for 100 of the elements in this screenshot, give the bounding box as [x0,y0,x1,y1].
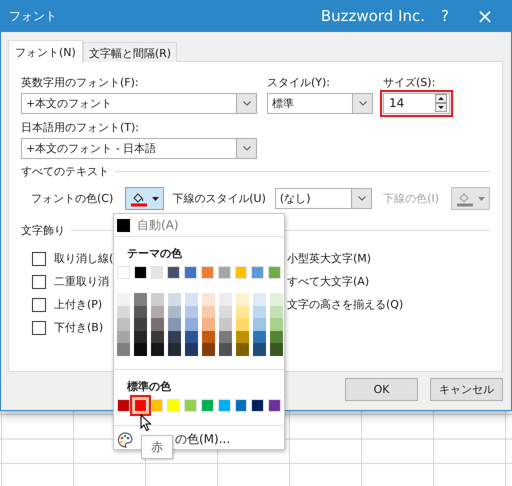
color-swatch[interactable] [218,398,231,412]
color-swatch[interactable] [218,266,231,279]
color-swatch[interactable] [134,306,147,318]
color-swatch[interactable] [202,330,215,344]
dialog-button[interactable]: キャンセル [430,378,503,401]
help-button[interactable]: ? [431,0,459,32]
checkbox-label: 上付き(P) [54,297,102,312]
tab[interactable]: フォント(N) [8,40,83,63]
color-swatch[interactable] [150,266,164,279]
color-swatch[interactable] [202,343,215,356]
color-swatch[interactable] [270,318,283,331]
checkbox[interactable] [32,252,46,266]
font-color-button[interactable] [125,187,164,210]
color-swatch[interactable] [234,266,248,279]
color-swatch[interactable] [253,318,266,331]
color-swatch[interactable] [151,343,164,356]
color-swatch[interactable] [168,293,181,306]
window-title: フォント [9,8,58,24]
color-swatch[interactable] [151,293,164,306]
color-swatch[interactable] [253,343,266,356]
chevron-down-icon [242,146,250,151]
color-swatch[interactable] [236,318,249,331]
checkbox-label: 文字の高さを揃える(Q) [287,297,404,312]
color-swatch[interactable] [134,330,147,344]
style-combo-box[interactable]: 標準 [267,93,373,114]
color-swatch[interactable] [268,266,281,279]
chevron-down-icon [358,196,366,201]
tab[interactable]: 文字幅と間隔(R) [82,42,178,62]
color-swatch[interactable] [151,330,164,344]
field-label: スタイル(Y): [267,75,332,91]
color-swatch[interactable] [151,306,164,318]
color-swatch[interactable] [117,318,130,331]
color-swatch[interactable] [185,293,198,306]
color-swatch[interactable] [268,398,281,412]
color-swatch[interactable] [219,318,232,331]
color-swatch[interactable] [167,266,180,279]
color-swatch[interactable] [134,293,147,306]
color-swatch[interactable] [236,343,249,356]
color-swatch[interactable] [202,306,215,318]
color-swatch[interactable] [270,293,283,306]
color-swatch[interactable] [236,306,249,318]
color-swatch[interactable] [184,398,197,412]
color-swatch[interactable] [185,330,198,344]
color-swatch[interactable] [234,398,248,412]
color-swatch[interactable] [251,266,264,279]
color-swatch[interactable] [200,266,214,279]
color-swatch[interactable] [185,343,198,356]
color-swatch[interactable] [117,398,130,412]
color-swatch[interactable] [270,343,283,356]
menu-item[interactable]: 自動(A) [114,214,284,237]
color-swatch[interactable] [168,318,181,331]
color-swatch[interactable] [117,343,130,356]
color-swatch[interactable] [236,293,249,306]
color-swatch[interactable] [253,293,266,306]
color-swatch[interactable] [200,398,214,412]
color-swatch[interactable] [270,306,283,318]
color-swatch[interactable] [202,318,215,331]
color-swatch[interactable] [270,330,283,344]
color-swatch[interactable] [168,306,181,318]
color-swatch[interactable] [134,318,147,331]
color-swatch[interactable] [202,293,215,306]
color-swatch[interactable] [167,398,180,412]
color-swatch[interactable] [253,306,266,318]
close-button[interactable]: × [459,0,511,32]
color-swatch[interactable] [150,398,164,412]
caret-icon [152,196,160,200]
checkbox-label: 小型英大文字(M) [287,251,372,266]
tooltip: 赤 [141,435,173,459]
color-swatch[interactable] [219,343,232,356]
color-swatch[interactable] [134,343,147,356]
underline-combo-box[interactable]: (なし) [274,188,372,209]
field-label: サイズ(S): [383,75,436,91]
color-swatch[interactable] [151,318,164,331]
underline-color-button[interactable] [451,187,490,210]
dialog-button[interactable]: OK [345,378,418,401]
color-swatch[interactable] [219,306,232,318]
color-swatch[interactable] [185,306,198,318]
color-swatch[interactable] [251,398,264,412]
menu-heading: テーマの色 [126,246,183,262]
checkbox-label: 二重取り消 [54,274,109,289]
color-swatch[interactable] [168,330,181,344]
color-swatch[interactable] [184,266,197,279]
color-swatch[interactable] [117,266,130,279]
color-swatch[interactable] [117,293,130,306]
color-swatch[interactable] [219,330,232,344]
font-combo-box[interactable]: +本文のフォント - 日本語 [21,138,257,159]
font-combo-box[interactable]: +本文のフォント [21,93,257,114]
size-spin-box[interactable]: 14 [383,93,450,114]
color-swatch[interactable] [236,330,249,344]
checkbox[interactable] [32,320,46,334]
color-swatch[interactable] [134,266,147,279]
color-swatch[interactable] [219,293,232,306]
checkbox[interactable] [32,274,46,288]
color-swatch[interactable] [185,318,198,331]
menu-item[interactable]: の色(M)... [175,431,230,448]
color-swatch[interactable] [168,343,181,356]
color-swatch[interactable] [117,330,130,344]
checkbox[interactable] [32,298,46,312]
color-swatch[interactable] [253,330,266,344]
color-swatch[interactable] [117,306,130,318]
